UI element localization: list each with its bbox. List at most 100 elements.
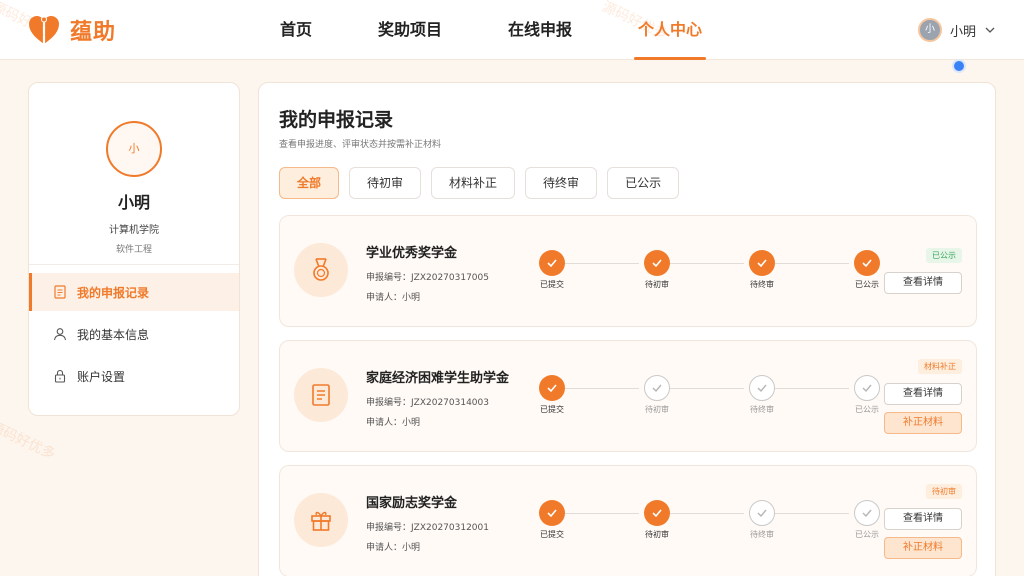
- record-icon-wrap: [294, 243, 348, 297]
- nav-personal-center[interactable]: 个人中心: [634, 0, 707, 60]
- record-applicant: 申请人：小明: [366, 293, 421, 303]
- filter-material-supplement[interactable]: 材料补正: [431, 167, 516, 199]
- sidebar: 小 小明 计算机学院 软件工程 我的申报记录 我的基本信息 账户设置: [28, 82, 240, 416]
- progress-steps: 已提交 待初审 待终审 已公示: [532, 250, 880, 300]
- record-icon-wrap: [294, 368, 348, 422]
- profile-name: 小明: [117, 193, 150, 212]
- check-icon: [862, 259, 872, 268]
- status-badge: 已公示: [926, 248, 962, 263]
- step-connector: [775, 263, 849, 264]
- check-icon: [652, 259, 662, 268]
- record-title: 学业优秀奖学金: [366, 246, 458, 261]
- supplement-materials-button[interactable]: 补正材料: [884, 412, 962, 434]
- filter-pending-final-review[interactable]: 待终审: [525, 167, 598, 199]
- progress-steps: 已提交 待初审 待终审 已公示: [532, 375, 880, 425]
- brand-name: 蕴助: [70, 20, 117, 45]
- sidebar-item-label: 我的基本信息: [77, 327, 150, 342]
- user-menu[interactable]: 小 小明: [917, 18, 996, 42]
- filter-pending-first-review[interactable]: 待初审: [349, 167, 422, 199]
- status-badge: 待初审: [926, 484, 962, 499]
- sidebar-item-label: 我的申报记录: [77, 285, 150, 300]
- record-title: 国家励志奖学金: [366, 496, 458, 511]
- step-published: 已公示: [847, 500, 887, 540]
- step-connector: [670, 263, 744, 264]
- view-details-button[interactable]: 查看详情: [884, 508, 962, 530]
- check-icon: [757, 509, 767, 518]
- profile-college: 计算机学院: [109, 225, 159, 236]
- document-icon: [54, 285, 66, 299]
- record-number: 申报编号：JZX20270317005: [366, 273, 489, 283]
- view-details-button[interactable]: 查看详情: [884, 272, 962, 294]
- check-icon: [547, 384, 557, 393]
- record-title: 家庭经济困难学生助学金: [366, 371, 510, 386]
- record-card: 学业优秀奖学金 申报编号：JZX20270317005 申请人：小明 已提交 待…: [279, 215, 977, 327]
- avatar: 小: [917, 18, 942, 42]
- record-card: 家庭经济困难学生助学金 申报编号：JZX20270314003 申请人：小明 已…: [279, 340, 977, 452]
- page-title: 我的申报记录: [279, 109, 394, 131]
- step-submitted: 已提交: [532, 375, 572, 415]
- step-connector: [775, 513, 849, 514]
- step-submitted: 已提交: [532, 250, 572, 290]
- nav-apply[interactable]: 在线申报: [508, 0, 572, 60]
- record-number: 申报编号：JZX20270312001: [366, 523, 489, 533]
- lock-icon: [54, 369, 66, 383]
- step-published: 已公示: [847, 375, 887, 415]
- check-icon: [652, 509, 662, 518]
- step-connector: [565, 513, 639, 514]
- check-icon: [652, 384, 662, 393]
- medal-icon: [313, 258, 329, 281]
- check-icon: [862, 509, 872, 518]
- step-connector: [670, 513, 744, 514]
- step-first-review: 待初审: [637, 375, 677, 415]
- check-icon: [862, 384, 872, 393]
- sidebar-item-account[interactable]: 账户设置: [29, 357, 239, 395]
- step-connector: [565, 263, 639, 264]
- top-header: 蕴助 首页 奖助项目 在线申报 个人中心 小 小明: [0, 0, 1024, 60]
- watermark: 源码好优多: [0, 418, 58, 463]
- page-subtitle: 查看申报进度、评审状态并按需补正材料: [279, 140, 442, 150]
- check-icon: [547, 259, 557, 268]
- record-applicant: 申请人：小明: [366, 543, 421, 553]
- step-first-review: 待初审: [637, 250, 677, 290]
- side-menu: 我的申报记录 我的基本信息 账户设置: [29, 265, 239, 395]
- gift-icon: [311, 511, 331, 531]
- step-published: 已公示: [847, 250, 887, 290]
- record-applicant: 申请人：小明: [366, 418, 421, 428]
- sidebar-item-basic-info[interactable]: 我的基本信息: [29, 315, 239, 353]
- main-nav: 首页 奖助项目 在线申报 个人中心: [280, 0, 768, 60]
- step-final-review: 待终审: [742, 375, 782, 415]
- brand-heart-icon: [29, 16, 59, 44]
- sidebar-item-records[interactable]: 我的申报记录: [29, 273, 239, 311]
- step-final-review: 待终审: [742, 500, 782, 540]
- filter-all[interactable]: 全部: [279, 167, 340, 199]
- status-filter-tabs: 全部 待初审 材料补正 待终审 已公示: [279, 167, 689, 199]
- records-panel: 我的申报记录 查看申报进度、评审状态并按需补正材料 全部 待初审 材料补正 待终…: [258, 82, 996, 576]
- check-icon: [757, 384, 767, 393]
- check-icon: [757, 259, 767, 268]
- step-connector: [565, 388, 639, 389]
- step-first-review: 待初审: [637, 500, 677, 540]
- step-final-review: 待终审: [742, 250, 782, 290]
- profile-major: 软件工程: [115, 245, 152, 255]
- step-submitted: 已提交: [532, 500, 572, 540]
- step-connector: [670, 388, 744, 389]
- chevron-down-icon: [985, 27, 995, 33]
- supplement-materials-button[interactable]: 补正材料: [884, 537, 962, 559]
- profile-avatar: 小: [106, 121, 162, 177]
- filter-published[interactable]: 已公示: [607, 167, 680, 199]
- user-name: 小明: [949, 24, 976, 40]
- view-details-button[interactable]: 查看详情: [884, 383, 962, 405]
- step-connector: [775, 388, 849, 389]
- user-icon: [53, 328, 67, 341]
- status-badge: 材料补正: [918, 359, 962, 374]
- record-card: 国家励志奖学金 申报编号：JZX20270312001 申请人：小明 已提交 待…: [279, 465, 977, 576]
- notification-dot[interactable]: [952, 59, 966, 73]
- brand-logo[interactable]: 蕴助: [28, 14, 116, 46]
- record-number: 申报编号：JZX20270314003: [366, 398, 489, 408]
- form-icon: [312, 384, 330, 406]
- check-icon: [547, 509, 557, 518]
- nav-home[interactable]: 首页: [280, 0, 312, 60]
- profile-card: 小 小明 计算机学院 软件工程: [29, 83, 239, 265]
- nav-awards[interactable]: 奖助项目: [378, 0, 442, 60]
- progress-steps: 已提交 待初审 待终审 已公示: [532, 500, 880, 550]
